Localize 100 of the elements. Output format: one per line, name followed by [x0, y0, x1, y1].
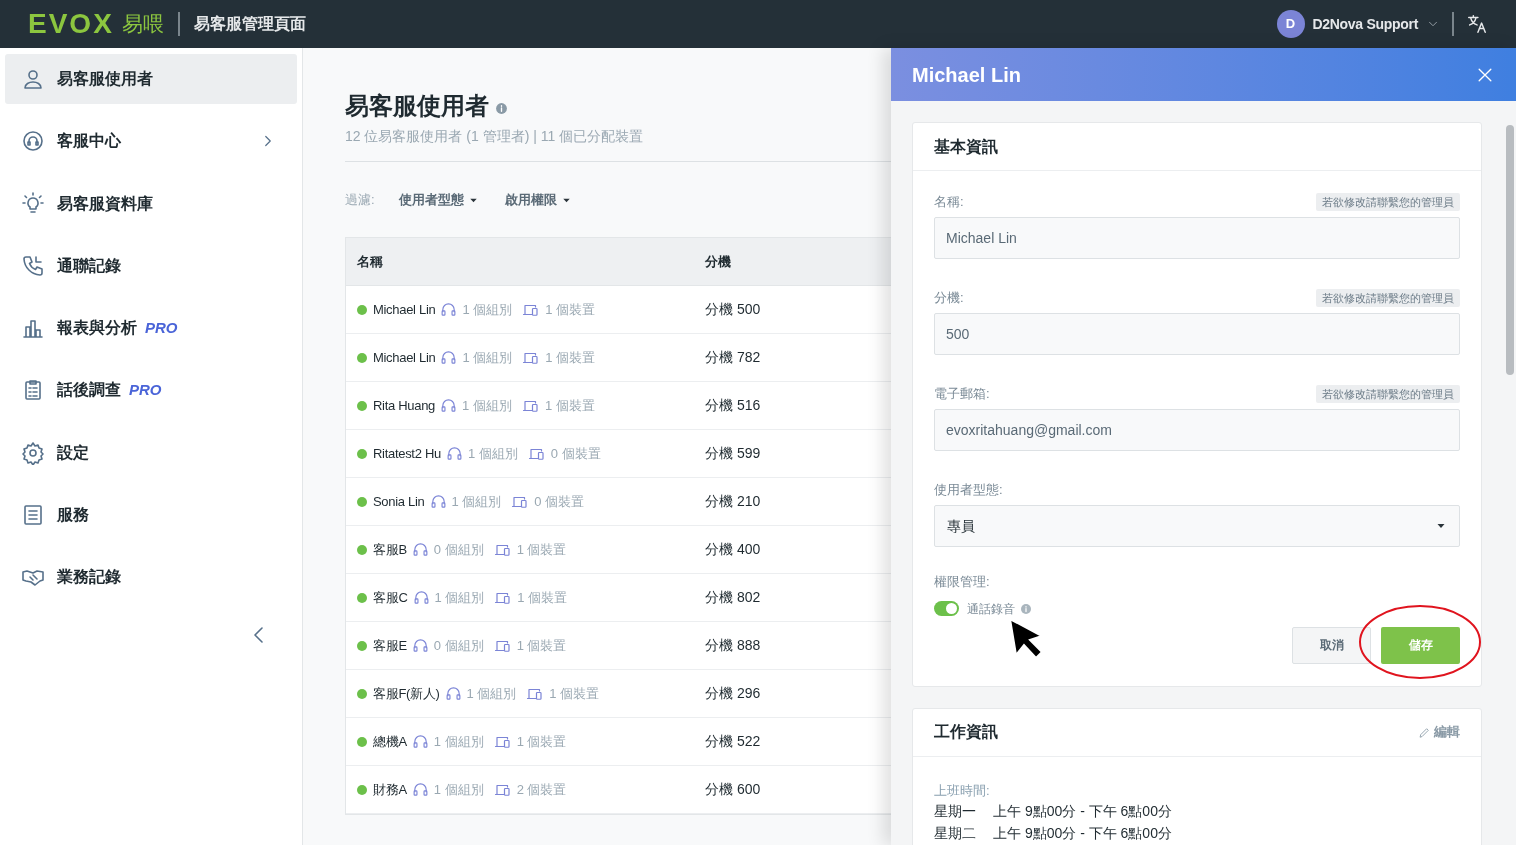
group-count: 1 個組別 [451, 492, 502, 511]
user-name-link[interactable]: Sonia Lin [373, 491, 425, 512]
sidebar-item[interactable]: 易客服資料庫 [5, 178, 297, 229]
group-count: 1 個組別 [467, 444, 518, 463]
group-count: 0 個組別 [433, 540, 484, 559]
input-field[interactable]: 500 [934, 313, 1460, 355]
page-title: 易客服使用者 [345, 91, 489, 121]
drawer-title: Michael Lin [912, 62, 1021, 88]
device-count: 1 個裝置 [545, 300, 596, 319]
logo-text: 易喂 [121, 11, 164, 38]
device-count: 0 個裝置 [550, 444, 601, 463]
weekday-label: 星期二 [934, 823, 977, 843]
device-count: 1 個裝置 [545, 348, 596, 367]
weekday-label: 星期一 [934, 801, 977, 821]
headset-icon [411, 637, 429, 654]
filter-label: 過濾: [345, 191, 375, 210]
sidebar-item[interactable]: 話後調查 PRO [5, 365, 297, 416]
pro-label: PRO [129, 380, 162, 401]
page-subtitle: 12 位易客服使用者 (1 管理者) | 11 個已分配裝置 [345, 127, 644, 146]
cancel-button[interactable]: 取消 [1292, 626, 1371, 664]
sidebar-item[interactable]: 客服中心 [5, 116, 297, 167]
user-name-link[interactable]: 客服C [373, 587, 408, 608]
headset-icon [440, 349, 458, 366]
table-cell-text: 分機 296 [705, 684, 761, 703]
headset-icon [411, 781, 429, 798]
scrollbar[interactable] [1503, 101, 1516, 845]
user-menu[interactable]: D D2Nova Support [1276, 10, 1440, 38]
toggle-label: 通話錄音 [967, 600, 1015, 618]
sidebar-item[interactable]: 服務 [5, 490, 297, 541]
table-cell-text: 分機 802 [705, 588, 761, 607]
hint-tag: 若欲修改請聯繫您的管理員 [1316, 384, 1460, 404]
table-cell-text: 分機 400 [705, 540, 761, 559]
headset-icon [411, 541, 429, 558]
user-name-link[interactable]: 客服F(新人) [373, 683, 440, 704]
input-field[interactable]: Michael Lin [934, 217, 1460, 259]
headset-icon [440, 397, 458, 414]
sidebar-item[interactable]: 業務記錄 [5, 552, 297, 603]
user-name-link[interactable]: Michael Lin [373, 299, 436, 320]
logo: EVOX [28, 7, 114, 41]
app-title: 易客服管理頁面 [193, 14, 306, 34]
hint-tag: 若欲修改請聯繫您的管理員 [1316, 288, 1460, 308]
device-count: 1 個裝置 [517, 588, 568, 607]
section-title: 基本資訊 [934, 136, 998, 157]
field-label: 上班時間: [934, 781, 991, 800]
device-count: 1 個裝置 [544, 396, 595, 415]
pencil-icon [1418, 725, 1431, 739]
table-cell-text: 分機 782 [705, 348, 761, 367]
hint-tag: 若欲修改請聯繫您的管理員 [1316, 192, 1460, 212]
group-count: 0 個組別 [433, 636, 484, 655]
input-field[interactable]: evoxritahuang@gmail.com [934, 409, 1460, 451]
table-cell-text: 分機 599 [705, 444, 761, 463]
document-list-icon [21, 503, 45, 528]
field-label: 權限管理: [934, 573, 991, 591]
table-cell-text: 分機 600 [705, 780, 761, 799]
user-name-link[interactable]: Michael Lin [373, 347, 436, 368]
field-label: 名稱: [934, 193, 964, 212]
sidebar-item[interactable]: 通聯記錄 [5, 240, 297, 291]
pro-label: PRO [145, 317, 178, 338]
info-icon [495, 101, 508, 115]
column-header: 分機 [705, 252, 731, 271]
filter-dropdown[interactable]: 啟用權限 [504, 190, 572, 210]
user-name-link[interactable]: Rita Huang [373, 395, 436, 416]
table-cell-text: 分機 210 [705, 492, 761, 511]
table-cell-text: 分機 888 [705, 636, 761, 655]
user-name-link[interactable]: 客服B [373, 539, 407, 560]
sidebar-item[interactable]: 報表與分析 PRO [5, 303, 297, 354]
section-title: 工作資訊 [934, 722, 998, 742]
sidebar-item[interactable]: 易客服使用者 [5, 54, 297, 104]
translate-button[interactable] [1466, 13, 1488, 35]
table-cell-text: 分機 500 [705, 300, 761, 319]
group-count: 1 個組別 [462, 396, 512, 415]
sidebar-item[interactable]: 設定 [5, 427, 297, 478]
device-count: 2 個裝置 [516, 780, 567, 799]
translate-icon [1466, 13, 1488, 35]
user-name-link[interactable]: Ritatest2 Hu [373, 443, 441, 464]
headset-icon [412, 589, 430, 606]
device-count: 1 個裝置 [549, 684, 600, 703]
field-label: 電子郵箱: [934, 385, 990, 404]
table-cell-text: 分機 522 [705, 732, 761, 751]
headset-icon [429, 493, 447, 510]
filter-dropdown[interactable]: 使用者型態 [398, 190, 479, 210]
group-count: 1 個組別 [466, 684, 517, 703]
user-type-select[interactable]: 專員 [934, 505, 1460, 547]
headset-icon [445, 445, 463, 462]
field-label: 使用者型態: [934, 481, 1003, 500]
user-name-link[interactable]: 總機A [373, 731, 407, 752]
user-name-link[interactable]: 客服E [373, 635, 407, 656]
group-count: 1 個組別 [462, 348, 513, 367]
toggle-switch[interactable] [934, 601, 959, 616]
user-icon [21, 67, 45, 91]
user-name-link[interactable]: 財務A [373, 779, 407, 800]
settings-icon [21, 440, 45, 465]
device-count: 1 個裝置 [516, 540, 567, 559]
device-count: 0 個裝置 [534, 492, 585, 511]
avatar: D [1276, 10, 1305, 38]
table-cell-text: 分機 516 [705, 396, 761, 415]
info-icon [1020, 602, 1032, 615]
headset-icon [440, 301, 458, 318]
device-count: 1 個裝置 [516, 732, 567, 751]
group-count: 1 個組別 [434, 588, 485, 607]
